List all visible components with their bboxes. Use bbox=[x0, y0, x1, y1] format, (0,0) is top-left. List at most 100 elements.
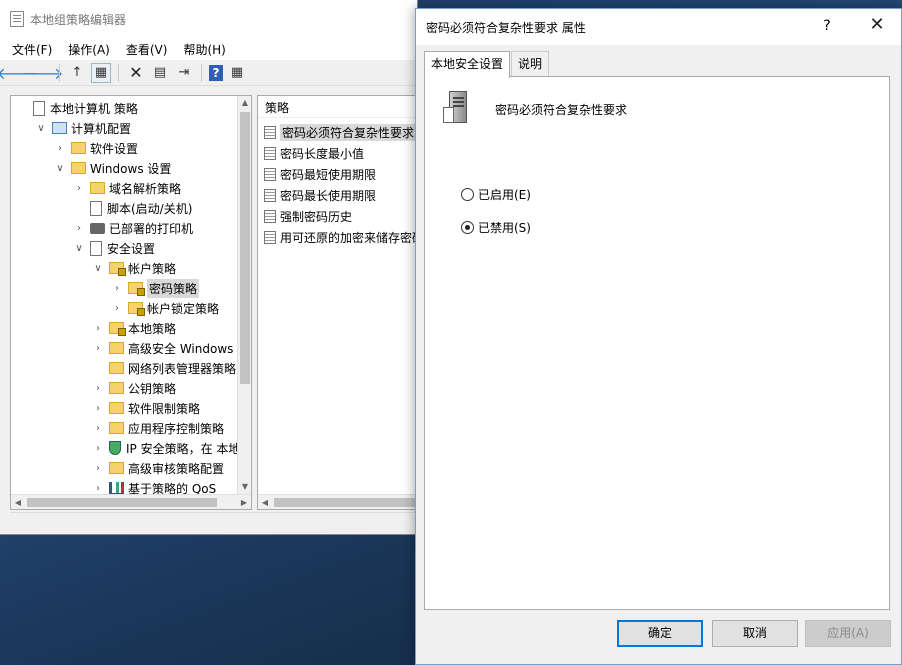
export-list-icon[interactable]: ⇥ bbox=[174, 63, 194, 83]
chevron-right-icon[interactable]: › bbox=[91, 443, 105, 454]
help-button[interactable]: ? bbox=[817, 16, 837, 36]
tree-node-label: 已部署的打印机 bbox=[109, 221, 194, 236]
tree-vertical-scrollbar[interactable]: ▲ ▼ bbox=[237, 96, 251, 494]
policy-list-item[interactable]: 密码最长使用期限 bbox=[264, 185, 376, 205]
chevron-right-icon[interactable]: › bbox=[53, 143, 67, 154]
scroll-up-icon[interactable]: ▲ bbox=[238, 96, 251, 110]
tree-node-label: 计算机配置 bbox=[71, 121, 132, 136]
tree-node[interactable]: › 软件设置 bbox=[53, 138, 138, 158]
tree-node[interactable]: › 本地策略 bbox=[91, 318, 176, 338]
enabled-radio-option[interactable]: 已启用(E) bbox=[461, 186, 531, 203]
computer-icon bbox=[52, 122, 67, 134]
security-icon bbox=[90, 240, 102, 256]
tree-node[interactable]: 本地计算机 策略 bbox=[15, 98, 138, 118]
tree-node[interactable]: › IP 安全策略，在 本地计算机 bbox=[91, 438, 237, 458]
menu-action[interactable]: 操作(A) bbox=[60, 41, 118, 58]
column-header-policy[interactable]: 策略 bbox=[258, 96, 421, 118]
tree-node[interactable]: › 应用程序控制策略 bbox=[91, 418, 224, 438]
ok-button[interactable]: 确定 bbox=[617, 620, 703, 647]
tree-node[interactable]: › 软件限制策略 bbox=[91, 398, 200, 418]
tree-node[interactable]: › 域名解析策略 bbox=[72, 178, 181, 198]
chevron-down-icon[interactable]: ∨ bbox=[91, 263, 105, 274]
tab-panel: 密码必须符合复杂性要求 已启用(E) 已禁用(S) bbox=[424, 76, 890, 610]
chevron-right-icon[interactable]: › bbox=[72, 223, 86, 234]
scroll-thumb[interactable] bbox=[240, 112, 250, 384]
enabled-label: 已启用(E) bbox=[478, 188, 531, 202]
tree-node[interactable]: › 已部署的打印机 bbox=[72, 218, 193, 238]
chevron-right-icon[interactable]: › bbox=[72, 183, 86, 194]
chevron-right-icon[interactable]: › bbox=[91, 323, 105, 334]
policy-setting-icon bbox=[264, 188, 276, 202]
policy-setting-icon bbox=[264, 209, 276, 223]
chevron-right-icon[interactable]: › bbox=[91, 463, 105, 474]
tab-local-security-setting[interactable]: 本地安全设置 bbox=[424, 51, 511, 78]
script-icon bbox=[90, 200, 102, 216]
folder-icon bbox=[109, 342, 124, 354]
policy-list-item[interactable]: 强制密码历史 bbox=[264, 206, 352, 226]
delete-icon[interactable]: ✕ bbox=[126, 63, 146, 83]
scroll-thumb[interactable] bbox=[27, 498, 217, 507]
policy-list-item[interactable]: 用可还原的加密来储存密码 bbox=[264, 227, 421, 247]
chevron-down-icon[interactable]: ∨ bbox=[34, 123, 48, 134]
policy-setting-icon bbox=[264, 167, 276, 181]
tree-node[interactable]: ∨ 安全设置 bbox=[72, 238, 155, 258]
chevron-right-icon[interactable]: › bbox=[110, 303, 124, 314]
tree-node[interactable]: › 帐户锁定策略 bbox=[110, 298, 219, 318]
tree-node[interactable]: ∨ Windows 设置 bbox=[53, 158, 171, 178]
menu-view[interactable]: 查看(V) bbox=[118, 41, 176, 58]
help-icon[interactable]: ? bbox=[209, 64, 223, 81]
tree-horizontal-scrollbar[interactable]: ◀ ▶ bbox=[11, 494, 251, 509]
tree-node-label: 安全设置 bbox=[107, 241, 156, 256]
properties-icon[interactable]: ▤ bbox=[150, 63, 170, 83]
editor-title: 本地组策略编辑器 bbox=[30, 12, 127, 27]
tree-node[interactable]: › 公钥策略 bbox=[91, 378, 176, 398]
policy-list-pane: 策略 密码必须符合复杂性要求 密码长度最小值 密码最短使用期限 密码最长使用期限 强制密… bbox=[257, 95, 422, 510]
show-tree-icon[interactable]: ▦ bbox=[91, 62, 111, 83]
policy-list-item[interactable]: 密码长度最小值 bbox=[264, 143, 364, 163]
status-bar bbox=[10, 512, 418, 530]
scroll-left-icon[interactable]: ◀ bbox=[258, 495, 272, 509]
tree-node-label: 基于策略的 QoS bbox=[128, 481, 217, 495]
policy-editor-icon bbox=[10, 11, 24, 27]
list-horizontal-scrollbar[interactable]: ◀ bbox=[258, 494, 421, 509]
tree-node[interactable]: ∨ 计算机配置 bbox=[34, 118, 131, 138]
menu-file[interactable]: 文件(F) bbox=[4, 41, 60, 58]
chevron-right-icon[interactable]: › bbox=[110, 283, 124, 294]
tree-node[interactable]: › 高级审核策略配置 bbox=[91, 458, 224, 478]
filter-icon[interactable]: ▦ bbox=[227, 63, 247, 83]
chevron-right-icon[interactable]: › bbox=[91, 403, 105, 414]
chevron-right-icon[interactable]: › bbox=[91, 343, 105, 354]
cancel-button[interactable]: 取消 bbox=[712, 620, 798, 647]
policy-list-item[interactable]: 密码最短使用期限 bbox=[264, 164, 376, 184]
chevron-right-icon[interactable]: › bbox=[91, 423, 105, 434]
tab-explain[interactable]: 说明 bbox=[511, 51, 550, 76]
lock-folder-icon bbox=[128, 282, 145, 296]
chevron-right-icon[interactable]: › bbox=[91, 483, 105, 494]
tree-node[interactable]: › 高级安全 Windows 防火墙 bbox=[91, 338, 237, 358]
policy-list-item[interactable]: 密码必须符合复杂性要求 bbox=[264, 122, 417, 142]
scroll-right-icon[interactable]: ▶ bbox=[237, 495, 251, 509]
chevron-right-icon[interactable]: › bbox=[91, 383, 105, 394]
tree-node[interactable]: › 密码策略 bbox=[110, 278, 200, 298]
tree-node[interactable]: 脚本(启动/关机) bbox=[72, 198, 192, 218]
dialog-titlebar[interactable]: 密码必须符合复杂性要求 属性 ? ✕ bbox=[416, 9, 901, 45]
forward-arrow-icon[interactable]: 🡒 bbox=[21, 63, 64, 83]
scroll-thumb[interactable] bbox=[274, 498, 421, 507]
editor-titlebar[interactable]: 本地组策略编辑器 bbox=[0, 0, 417, 38]
scroll-down-icon[interactable]: ▼ bbox=[238, 480, 251, 494]
up-folder-icon[interactable]: ↑ bbox=[67, 63, 87, 83]
chevron-down-icon[interactable]: ∨ bbox=[72, 243, 86, 254]
tree-node[interactable]: ∨ 帐户策略 bbox=[91, 258, 176, 278]
chevron-down-icon[interactable]: ∨ bbox=[53, 163, 67, 174]
tree-node[interactable]: › 基于策略的 QoS bbox=[91, 478, 216, 494]
apply-button[interactable]: 应用(A) bbox=[805, 620, 891, 647]
chart-icon bbox=[109, 482, 124, 494]
disabled-radio-option[interactable]: 已禁用(S) bbox=[461, 219, 531, 236]
menu-bar: 文件(F) 操作(A) 查看(V) 帮助(H) bbox=[0, 38, 417, 60]
menu-help[interactable]: 帮助(H) bbox=[175, 41, 233, 58]
disabled-radio[interactable] bbox=[461, 221, 474, 234]
tree-node[interactable]: 网络列表管理器策略 bbox=[91, 358, 236, 378]
scroll-left-icon[interactable]: ◀ bbox=[11, 495, 25, 509]
enabled-radio[interactable] bbox=[461, 188, 474, 201]
close-icon[interactable]: ✕ bbox=[867, 15, 887, 35]
